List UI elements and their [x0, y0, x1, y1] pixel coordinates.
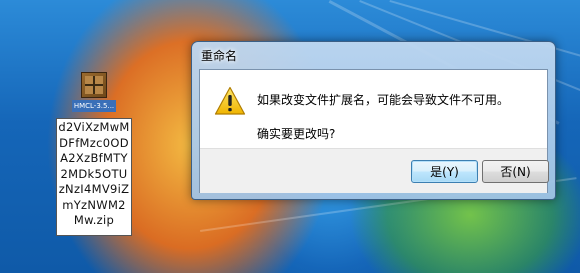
rename-input[interactable]: d2ViXzMwM DFfMzc0OD A2XzBfMTY 2MDk5OTU z… [56, 118, 132, 236]
warning-icon [214, 86, 246, 115]
message-area: 如果改变文件扩展名，可能会导致文件不可用。 确实要更改吗? [200, 70, 547, 148]
rename-text-line: A2XzBfMTY [60, 151, 128, 165]
rename-text-line: 2MDk5OTU [60, 166, 128, 181]
dialog-message: 如果改变文件扩展名，可能会导致文件不可用。 [257, 93, 510, 107]
dialog-titlebar[interactable]: 重命名 [192, 42, 555, 68]
dialog-title: 重命名 [201, 49, 238, 63]
file-icon-caption: HMCL-3.5... [72, 100, 116, 112]
no-button[interactable]: 否(N) [482, 160, 549, 183]
dialog-client-area: 如果改变文件扩展名，可能会导致文件不可用。 确实要更改吗? 是(Y) 否(N) [199, 69, 549, 193]
button-bar: 是(Y) 否(N) [200, 148, 549, 193]
rename-text-line: d2ViXzMwM [58, 120, 130, 134]
yes-button[interactable]: 是(Y) [411, 160, 478, 183]
rename-text-line: DFfMzc0OD [59, 135, 129, 150]
dialog-question: 确实要更改吗? [257, 127, 336, 141]
rename-text-line: Mw.zip [73, 213, 115, 227]
rename-dialog: 重命名 如果改变文件扩展名，可能会导致文件不可用。 确实要更改吗? 是(Y) 否… [191, 41, 556, 200]
minecraft-launcher-icon [81, 72, 107, 98]
rename-text-line: zNzI4MV9iZ [58, 182, 130, 196]
rename-text-line: mYzNWM2 [62, 197, 126, 212]
rename-text: d2ViXzMwM DFfMzc0OD A2XzBfMTY 2MDk5OTU z… [57, 119, 131, 229]
desktop-file-icon[interactable]: HMCL-3.5... [70, 68, 118, 116]
